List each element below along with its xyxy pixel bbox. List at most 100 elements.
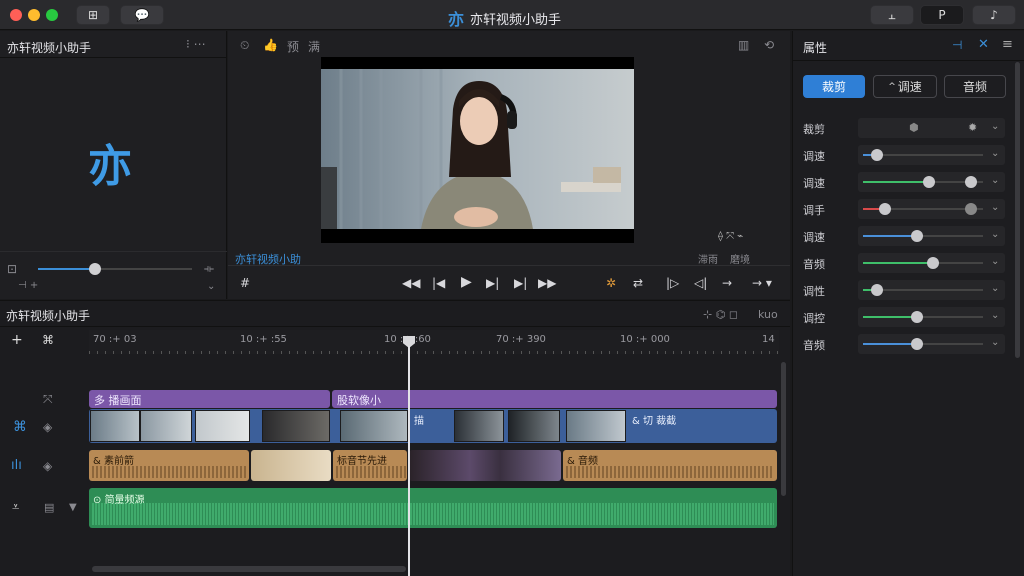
audio-visibility-icon[interactable]: ◈ bbox=[43, 459, 52, 473]
loop-icon[interactable]: ⇄ bbox=[633, 276, 643, 290]
slider-knob-secondary[interactable] bbox=[965, 176, 977, 188]
view-toggle-icon[interactable]: ⟛ bbox=[204, 262, 214, 276]
slider-knob[interactable] bbox=[878, 203, 891, 215]
chevron-down-icon[interactable]: ⌄ bbox=[991, 310, 999, 321]
menu-icon[interactable]: ≡ bbox=[1002, 37, 1013, 52]
rewind-icon[interactable]: ◀◀ bbox=[402, 276, 420, 290]
chevron-down-icon[interactable]: ⌄ bbox=[991, 229, 999, 240]
fast-forward-icon[interactable]: ▶▶ bbox=[538, 276, 556, 290]
crop-tool-icon[interactable]: ⊡ bbox=[7, 262, 17, 276]
collapse-icon[interactable]: ⩡ bbox=[12, 500, 19, 515]
video-preview[interactable] bbox=[321, 57, 634, 243]
next-frame-icon[interactable]: ▶| bbox=[486, 276, 499, 290]
property-row[interactable]: 裁剪 ⬢ ✹ ⌄ bbox=[803, 118, 1005, 138]
property-row[interactable]: 调速 ⌄ bbox=[803, 145, 1005, 165]
preview-tools-icons[interactable]: ⟠ ⤧ ⌁ bbox=[718, 231, 743, 242]
add-small-icon[interactable]: ⊣ + bbox=[18, 280, 38, 291]
comment-button[interactable]: 💬 bbox=[120, 5, 164, 25]
property-row[interactable]: 音频 ⌄ bbox=[803, 253, 1005, 273]
maximize-window-button[interactable] bbox=[46, 9, 58, 21]
video-visibility-icon[interactable]: ◈ bbox=[43, 420, 52, 434]
tab-audio[interactable]: 音频 bbox=[944, 75, 1006, 98]
property-row[interactable]: 调控 ⌄ bbox=[803, 307, 1005, 327]
sparkle-icon[interactable]: ✲ bbox=[606, 276, 616, 290]
property-label: 调性 bbox=[803, 285, 825, 298]
rotate-icon[interactable]: ⟲ bbox=[764, 38, 774, 52]
chevron-down-icon[interactable]: ⌄ bbox=[991, 202, 999, 213]
video-thumbnail bbox=[454, 410, 504, 442]
slider-knob[interactable] bbox=[926, 257, 939, 269]
audio-clip-video-thumb[interactable] bbox=[409, 450, 561, 481]
timeline-vertical-scrollbar[interactable] bbox=[781, 362, 786, 496]
property-row[interactable]: 调速 ⌄ bbox=[803, 226, 1005, 246]
play-icon[interactable]: ▶ bbox=[461, 274, 472, 290]
title-clip-1[interactable]: 多 播画面 bbox=[89, 390, 330, 408]
title-clip-2[interactable]: 股软像小 bbox=[332, 390, 777, 408]
timeline-tools-icons[interactable]: ⊹ ⌬ ◻ bbox=[703, 308, 738, 321]
close-icon[interactable]: ✕ bbox=[978, 37, 989, 52]
media-zoom-knob[interactable] bbox=[89, 263, 101, 275]
track-link-icon[interactable]: ⤧ bbox=[43, 392, 53, 407]
slider-knob[interactable] bbox=[911, 311, 923, 323]
timeline-horizontal-scrollbar[interactable] bbox=[92, 566, 406, 572]
slider-knob[interactable] bbox=[911, 338, 923, 350]
chevron-down-icon[interactable]: ⌄ bbox=[991, 175, 999, 186]
chevron-down-icon[interactable]: ⌄ bbox=[991, 148, 999, 159]
grid-icon: ⊞ bbox=[87, 8, 99, 22]
inspector-scrollbar[interactable] bbox=[1015, 62, 1020, 358]
book-icon[interactable]: ▥ bbox=[738, 38, 749, 52]
speech-bubble-icon: 💬 bbox=[134, 8, 150, 22]
tab-crop[interactable]: 裁剪 bbox=[803, 75, 865, 98]
add-track-icon[interactable]: + bbox=[11, 332, 23, 348]
tab-speed[interactable]: ^ 调速 bbox=[873, 75, 937, 98]
cube-icon[interactable]: ⬢ bbox=[909, 121, 919, 134]
close-window-button[interactable] bbox=[10, 9, 22, 21]
clock-icon[interactable]: ⏲ bbox=[240, 38, 249, 53]
slider-knob[interactable] bbox=[911, 230, 923, 242]
previous-frame-icon[interactable]: |◀ bbox=[432, 276, 445, 290]
link-icon[interactable]: ⌘ bbox=[42, 333, 54, 347]
mark-in-icon[interactable]: |▷ bbox=[666, 276, 679, 290]
panel-menu-icon[interactable]: ⁝ ⋯ bbox=[186, 37, 206, 51]
dropdown-icon[interactable]: ⌄ bbox=[207, 281, 215, 292]
slider-fill bbox=[863, 181, 929, 183]
property-control[interactable] bbox=[858, 118, 1005, 138]
step-forward-icon[interactable]: ▶| bbox=[514, 276, 527, 290]
video-track-icon[interactable]: ⌘ bbox=[13, 419, 27, 435]
chevron-down-icon[interactable]: ⌄ bbox=[991, 283, 999, 294]
split-icon[interactable]: ⊣ bbox=[952, 38, 962, 52]
playhead-line[interactable] bbox=[408, 346, 410, 576]
preview-right-label-1: 滞雨 bbox=[698, 255, 718, 266]
title-clip-2-label: 股软像小 bbox=[337, 394, 381, 407]
toolbar-tab-adjust[interactable]: ⫠ bbox=[870, 5, 914, 25]
output-menu-icon[interactable]: → ▾ bbox=[752, 276, 772, 290]
minimize-window-button[interactable] bbox=[28, 9, 40, 21]
property-row[interactable]: 音频 ⌄ bbox=[803, 334, 1005, 354]
property-label: 裁剪 bbox=[803, 123, 825, 136]
toolbar-tab-audio[interactable]: ♪ bbox=[972, 5, 1016, 25]
thumbs-up-icon[interactable]: 👍 bbox=[263, 38, 278, 52]
note-icon[interactable]: ▤ bbox=[44, 501, 54, 514]
video-clip-label-1: 描 bbox=[414, 416, 424, 427]
title-clip-1-label: 多 播画面 bbox=[94, 394, 142, 407]
audio-track-icon[interactable]: ılı bbox=[11, 458, 22, 473]
toolbar-tab-properties[interactable]: P bbox=[920, 5, 964, 25]
slider-fill bbox=[863, 235, 917, 237]
audio-clip-1-label: & 素前箭 bbox=[93, 456, 134, 467]
chevron-down-icon[interactable]: ⌄ bbox=[991, 337, 999, 348]
property-row[interactable]: 调性 ⌄ bbox=[803, 280, 1005, 300]
sphere-icon[interactable] bbox=[965, 203, 977, 215]
slider-knob[interactable] bbox=[923, 176, 935, 188]
layout-button[interactable]: ⊞ bbox=[76, 5, 110, 25]
property-row[interactable]: 调手 ⌄ bbox=[803, 199, 1005, 219]
snap-icon[interactable]: # bbox=[240, 276, 250, 290]
dropdown-arrow-icon[interactable]: ▼ bbox=[69, 502, 77, 513]
gear-icon[interactable]: ✹ bbox=[968, 121, 977, 134]
media-panel-title: 亦轩视频小助手 bbox=[7, 41, 92, 55]
chevron-down-icon[interactable]: ⌄ bbox=[991, 121, 999, 132]
chevron-down-icon[interactable]: ⌄ bbox=[991, 256, 999, 267]
mark-out-icon[interactable]: ◁| bbox=[694, 276, 707, 290]
arrow-right-icon[interactable]: → bbox=[722, 276, 732, 290]
property-row[interactable]: 调速 ⌄ bbox=[803, 172, 1005, 192]
audio-clip-video-thumb[interactable] bbox=[251, 450, 331, 481]
